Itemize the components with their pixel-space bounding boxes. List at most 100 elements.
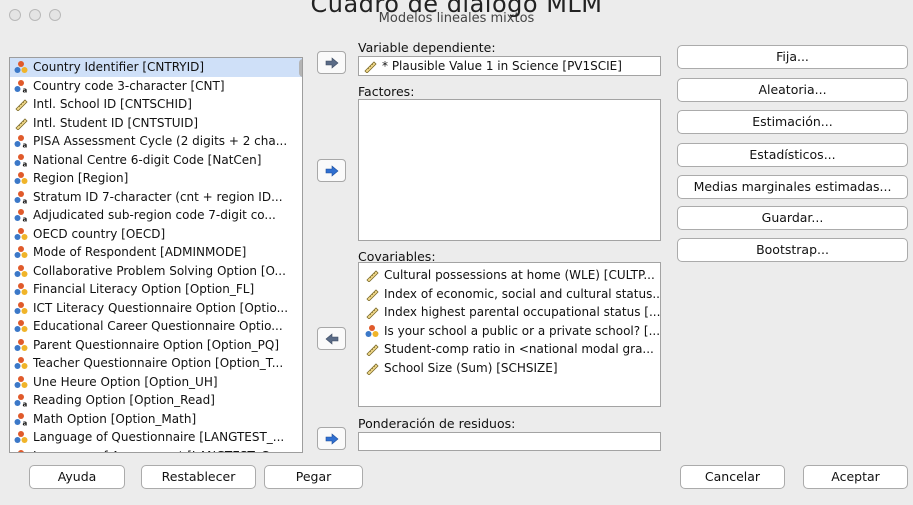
right-arrow-icon (325, 56, 338, 69)
variable-label: Une Heure Option [Option_UH] (33, 374, 218, 389)
estimated-marginal-means-button[interactable]: Medias marginales estimadas... (677, 175, 908, 199)
covariate-label: Cultural possessions at home (WLE) [CULT… (384, 268, 655, 282)
variable-list-item[interactable]: a Stratum ID 7-character (cnt + region ID… (10, 188, 302, 207)
scale-icon (14, 97, 28, 112)
variable-list-item[interactable]: Language of Questionnaire [LANGTEST_... (10, 428, 302, 447)
fixed-button[interactable]: Fija... (677, 45, 908, 69)
move-to-dependent-button[interactable] (317, 51, 346, 74)
nominal-string-icon: a (14, 153, 28, 168)
scale-icon (365, 361, 379, 376)
variable-label: ICT Literacy Questionnaire Option [Optio… (33, 300, 289, 315)
variable-label: Country Identifier [CNTRYID] (33, 60, 205, 74)
help-button[interactable]: Ayuda (29, 465, 125, 489)
random-button[interactable]: Aleatoria... (677, 78, 908, 102)
estimation-button[interactable]: Estimación... (677, 110, 908, 134)
dependent-variable-field[interactable]: * Plausible Value 1 in Science [PV1SCIE] (358, 56, 661, 76)
residual-weight-field[interactable] (358, 432, 661, 451)
svg-text:a: a (23, 216, 28, 223)
variable-list-item[interactable]: Parent Questionnaire Option [Option_PQ] (10, 336, 302, 355)
covariate-item[interactable]: Index of economic, social and cultural s… (359, 285, 660, 304)
variable-list-item[interactable]: Intl. Student ID [CNTSTUID] (10, 114, 302, 133)
variable-list-item[interactable]: ICT Literacy Questionnaire Option [Optio… (10, 299, 302, 318)
svg-text:a: a (23, 142, 28, 149)
variable-list-item[interactable]: Financial Literacy Option [Option_FL] (10, 280, 302, 299)
variable-list-item[interactable]: Region [Region] (10, 169, 302, 188)
nominal-icon (14, 430, 28, 444)
svg-text:a: a (23, 197, 28, 204)
scrollbar-thumb[interactable] (299, 59, 302, 77)
variable-label: PISA Assessment Cycle (2 digits + 2 cha.… (33, 134, 288, 148)
nominal-icon (365, 324, 379, 338)
variable-list-item[interactable]: Une Heure Option [Option_UH] (10, 373, 302, 392)
covariate-item[interactable]: School Size (Sum) [SCHSIZE] (359, 359, 660, 378)
covariate-item[interactable]: Cultural possessions at home (WLE) [CULT… (359, 266, 660, 285)
nominal-string-icon: a (14, 190, 28, 205)
variable-list-item[interactable]: Country Identifier [CNTRYID] (10, 58, 302, 77)
nominal-icon (14, 282, 28, 296)
paste-button[interactable]: Pegar (264, 465, 363, 489)
variable-label: Mode of Respondent [ADMINMODE] (33, 245, 247, 259)
variable-list-item[interactable]: a Country code 3-character [CNT] (10, 77, 302, 96)
variable-label: Intl. School ID [CNTSCHID] (33, 97, 192, 111)
nominal-icon (14, 301, 28, 315)
nominal-icon (14, 264, 28, 278)
covariate-label: School Size (Sum) [SCHSIZE] (384, 360, 558, 375)
covariates-list[interactable]: Cultural possessions at home (WLE) [CULT… (358, 262, 661, 407)
covariate-label: Index of economic, social and cultural s… (384, 286, 660, 301)
variable-list-item[interactable]: Language of Assessment [LANGTEST_C... (10, 447, 302, 453)
factors-list[interactable] (358, 99, 661, 241)
cancel-button[interactable]: Cancelar (680, 465, 785, 489)
svg-text:a: a (23, 160, 28, 167)
nominal-icon (14, 338, 28, 352)
variable-list-item[interactable]: a National Centre 6-digit Code [NatCen] (10, 151, 302, 170)
variable-list-item[interactable]: Teacher Questionnaire Option [Option_T..… (10, 354, 302, 373)
move-to-residual-weight-button[interactable] (317, 427, 346, 450)
variable-label: Region [Region] (33, 171, 129, 185)
covariate-item[interactable]: Index highest parental occupational stat… (359, 303, 660, 322)
right-arrow-icon (325, 164, 338, 177)
variable-list-item[interactable]: Intl. School ID [CNTSCHID] (10, 95, 302, 114)
nominal-string-icon: a (14, 412, 28, 427)
covariate-item[interactable]: Student-comp ratio in <national modal gr… (359, 340, 660, 359)
dependent-variable-value: * Plausible Value 1 in Science [PV1SCIE] (382, 59, 622, 73)
variable-list-item[interactable]: a Reading Option [Option_Read] (10, 391, 302, 410)
variable-label: Country code 3-character [CNT] (33, 78, 225, 93)
residual-weight-label: Ponderación de residuos: (358, 416, 516, 431)
variable-label: Educational Career Questionnaire Optio..… (33, 319, 283, 333)
variable-list-item[interactable]: Mode of Respondent [ADMINMODE] (10, 243, 302, 262)
variable-label: Reading Option [Option_Read] (33, 393, 215, 407)
scale-icon (365, 287, 379, 302)
nominal-string-icon: a (14, 79, 28, 94)
nominal-icon (14, 60, 28, 74)
factors-label: Factores: (358, 84, 415, 99)
variable-label: Intl. Student ID [CNTSTUID] (33, 115, 199, 130)
dependent-variable-label: Variable dependiente: (358, 40, 496, 55)
variable-list-item[interactable]: a Adjudicated sub-region code 7-digit co.… (10, 206, 302, 225)
svg-text:a: a (23, 401, 28, 408)
variable-list-item[interactable]: a PISA Assessment Cycle (2 digits + 2 cha… (10, 132, 302, 151)
covariate-label: Is your school a public or a private sch… (384, 323, 660, 338)
move-to-covariates-button[interactable] (317, 327, 346, 350)
svg-text:a: a (23, 86, 28, 93)
move-to-factors-button[interactable] (317, 159, 346, 182)
reset-button[interactable]: Restablecer (141, 465, 256, 489)
nominal-icon (14, 227, 28, 241)
covariate-item[interactable]: Is your school a public or a private sch… (359, 322, 660, 341)
variable-label: Language of Assessment [LANGTEST_C... (33, 447, 281, 453)
scale-icon (365, 305, 379, 320)
covariate-label: Student-comp ratio in <national modal gr… (384, 342, 654, 356)
variable-list-item[interactable]: Collaborative Problem Solving Option [O.… (10, 262, 302, 281)
bootstrap-button[interactable]: Bootstrap... (677, 238, 908, 262)
scale-icon (365, 342, 379, 357)
variable-list-item[interactable]: Educational Career Questionnaire Optio..… (10, 317, 302, 336)
variable-list-item[interactable]: a Math Option [Option_Math] (10, 410, 302, 429)
variable-label: Collaborative Problem Solving Option [O.… (33, 263, 286, 278)
source-variable-list[interactable]: Country Identifier [CNTRYID] a Country cod… (9, 57, 303, 453)
accept-button[interactable]: Aceptar (803, 465, 908, 489)
variable-list-item[interactable]: OECD country [OECD] (10, 225, 302, 244)
nominal-icon (14, 319, 28, 333)
variable-label: National Centre 6-digit Code [NatCen] (33, 152, 262, 167)
statistics-button[interactable]: Estadísticos... (677, 143, 908, 167)
save-button[interactable]: Guardar... (677, 206, 908, 230)
variable-label: Adjudicated sub-region code 7-digit co..… (33, 208, 276, 222)
